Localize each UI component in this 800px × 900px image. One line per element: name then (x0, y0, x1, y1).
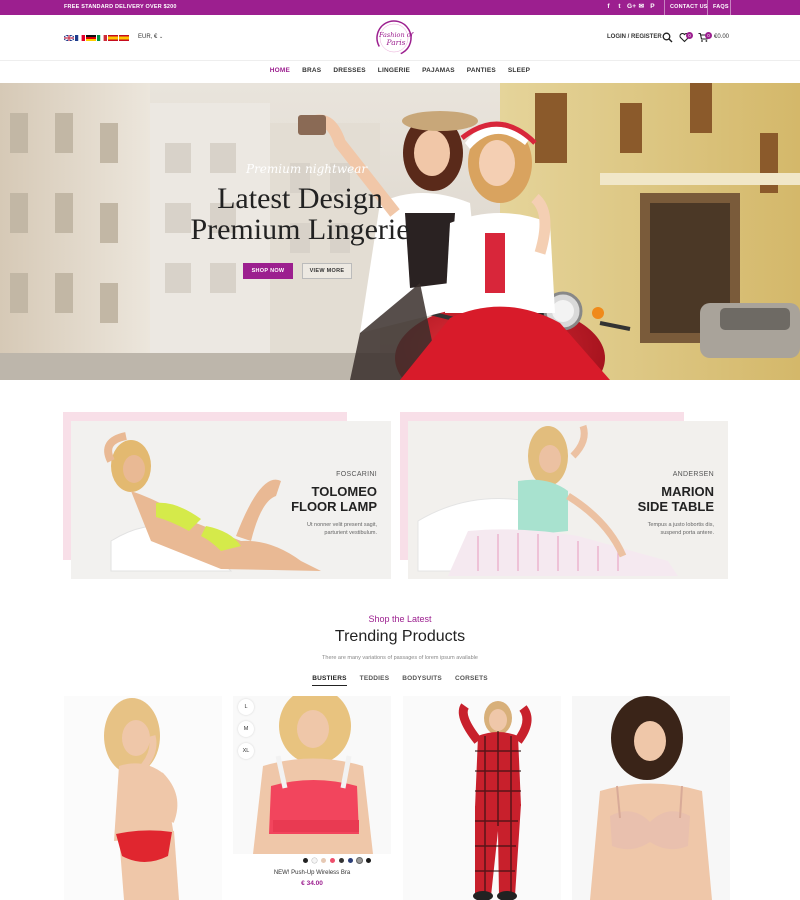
promo-title-line-2: SIDE TABLE (637, 499, 714, 514)
wishlist-count-badge: 0 (686, 32, 693, 39)
shop-now-button[interactable]: SHOP NOW (243, 263, 293, 279)
faqs-link[interactable]: FAQS (713, 4, 729, 10)
product-card[interactable] (64, 696, 222, 900)
language-switcher (64, 35, 129, 41)
color-swatch[interactable] (357, 858, 362, 863)
italy-flag-icon[interactable] (97, 35, 107, 41)
hero-kicker: Premium nightwear (246, 162, 368, 176)
nav-item-bras[interactable]: BRAS (296, 67, 327, 74)
chevron-down-icon: ⌄ (159, 34, 164, 40)
color-swatch[interactable] (303, 858, 308, 863)
search-icon[interactable] (662, 32, 673, 43)
promo-title-line-2: FLOOR LAMP (291, 499, 377, 514)
social-links: f t G+ ✉ P (605, 3, 656, 11)
main-navigation: HOME BRAS DRESSES LINGERIE PAJAMAS PANTI… (0, 61, 800, 83)
divider (707, 0, 708, 15)
pinterest-icon[interactable]: P (649, 3, 656, 11)
promo-title-line-1: MARION (661, 484, 714, 499)
product-tabs: BUSTIERS TEDDIES BODYSUITS CORSETS (0, 675, 800, 686)
product-image (233, 696, 391, 854)
email-icon[interactable]: ✉ (638, 3, 645, 11)
promo-image: ANDERSEN MARION SIDE TABLE Tempus a just… (408, 421, 728, 579)
promo-brand: FOSCARINI (336, 471, 377, 478)
svg-text:Paris: Paris (385, 38, 405, 47)
site-header: EUR, € ⌄ Fashion of Paris LOGIN / REGIST… (0, 15, 800, 61)
product-image (403, 696, 561, 900)
size-option-xl[interactable]: XL (238, 743, 254, 759)
nav-item-home[interactable]: HOME (264, 67, 296, 74)
promo-description-line-1: Tempus a justo lobortis dis, (647, 522, 714, 528)
product-price: € 34.00 (301, 880, 323, 887)
spain-flag-icon[interactable] (119, 35, 129, 41)
product-image (572, 696, 730, 900)
cart-count-badge: 0 (705, 32, 712, 39)
promo-description-line-2: parturient vestibulum. (324, 530, 377, 536)
nav-item-pajamas[interactable]: PAJAMAS (416, 67, 461, 74)
currency-selector[interactable]: EUR, € ⌄ (138, 34, 163, 40)
promo-title-line-1: TOLOMEO (311, 484, 377, 499)
promo-brand: ANDERSEN (672, 471, 714, 478)
promo-image: FOSCARINI TOLOMEO FLOOR LAMP Ut nonner v… (71, 421, 391, 579)
uk-flag-icon[interactable] (64, 35, 74, 41)
tab-teddies[interactable]: TEDDIES (360, 675, 390, 686)
divider (664, 0, 665, 15)
promo-card-marion[interactable]: ANDERSEN MARION SIDE TABLE Tempus a just… (400, 412, 730, 582)
color-swatch[interactable] (330, 858, 335, 863)
size-option-m[interactable]: M (238, 721, 254, 737)
color-swatch[interactable] (321, 858, 326, 863)
tab-bodysuits[interactable]: BODYSUITS (402, 675, 442, 686)
facebook-icon[interactable]: f (605, 3, 612, 11)
promo-description-line-2: suspend porta antere. (660, 530, 714, 536)
shipping-notice: FREE STANDARD DELIVERY OVER $200 (64, 4, 177, 10)
section-subtitle: There are many variations of passages of… (322, 655, 478, 661)
color-swatch[interactable] (312, 858, 317, 863)
nav-item-lingerie[interactable]: LINGERIE (372, 67, 416, 74)
twitter-icon[interactable]: t (616, 3, 623, 11)
nav-item-dresses[interactable]: DRESSES (327, 67, 371, 74)
hero-headline-line-2: Premium Lingerie (190, 213, 410, 246)
tab-corsets[interactable]: CORSETS (455, 675, 488, 686)
color-swatch[interactable] (366, 858, 371, 863)
promo-description: Tempus a justo lobortis dis, suspend por… (604, 521, 714, 537)
currency-label: EUR, € (138, 34, 158, 40)
contact-us-link[interactable]: CONTACT US (670, 4, 708, 10)
promo-description-line-1: Ut nonner velit present sagit, (306, 522, 377, 528)
section-kicker: Shop the Latest (368, 614, 432, 624)
color-swatch[interactable] (339, 858, 344, 863)
product-card[interactable] (572, 696, 730, 900)
size-options: L M XL (238, 699, 254, 759)
color-swatches (303, 858, 371, 863)
view-more-button[interactable]: VIEW MORE (302, 263, 352, 279)
fashion-of-paris-logo[interactable]: Fashion of Paris (372, 17, 420, 59)
size-option-l[interactable]: L (238, 699, 254, 715)
product-image (64, 696, 222, 900)
cart-total[interactable]: €0.00 (714, 34, 729, 40)
france-flag-icon[interactable] (75, 35, 85, 41)
promo-description: Ut nonner velit present sagit, parturien… (267, 521, 377, 537)
hero-headline-line-1: Latest Design (217, 182, 383, 215)
section-title: Trending Products (334, 628, 466, 645)
promo-title: TOLOMEO FLOOR LAMP (257, 484, 377, 514)
color-swatch[interactable] (348, 858, 353, 863)
promo-title: MARION SIDE TABLE (594, 484, 714, 514)
top-bar: FREE STANDARD DELIVERY OVER $200 f t G+ … (0, 0, 800, 15)
germany-flag-icon[interactable] (86, 35, 96, 41)
spain-flag-icon[interactable] (108, 35, 118, 41)
login-register-link[interactable]: LOGIN / REGISTER (607, 34, 662, 40)
promo-card-tolomeo[interactable]: FOSCARINI TOLOMEO FLOOR LAMP Ut nonner v… (63, 412, 393, 582)
product-name[interactable]: NEW! Push-Up Wireless Bra (233, 870, 391, 876)
product-card[interactable] (403, 696, 561, 900)
hero-banner: Premium nightwear Latest Design Premium … (0, 83, 800, 380)
tab-bustiers[interactable]: BUSTIERS (312, 675, 347, 686)
nav-item-panties[interactable]: PANTIES (461, 67, 502, 74)
divider (730, 0, 731, 15)
google-plus-icon[interactable]: G+ (627, 3, 636, 11)
nav-item-sleep[interactable]: SLEEP (502, 67, 536, 74)
hero-headline: Latest Design Premium Lingerie (180, 183, 420, 245)
product-card[interactable]: L M XL (233, 696, 391, 854)
